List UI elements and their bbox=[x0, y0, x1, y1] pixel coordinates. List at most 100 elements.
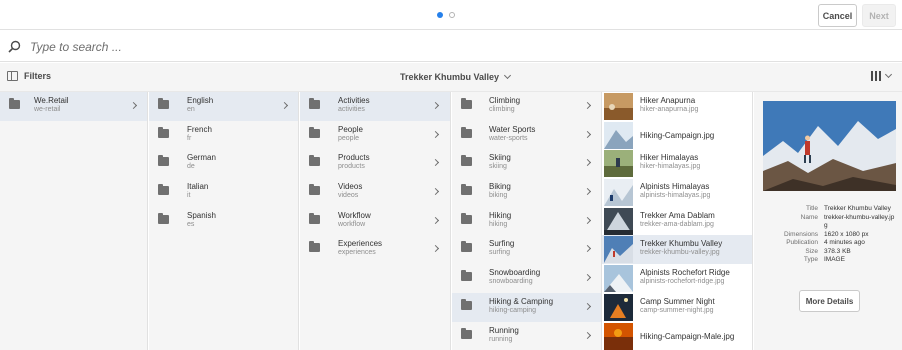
asset-thumbnail bbox=[604, 322, 633, 350]
folder-row[interactable]: Climbing climbing bbox=[452, 92, 601, 121]
folder-row[interactable]: Workflow workflow bbox=[300, 207, 450, 236]
folder-icon bbox=[461, 327, 472, 339]
folder-icon bbox=[309, 155, 320, 167]
folder-icon bbox=[309, 212, 320, 224]
folder-name: climbing bbox=[489, 106, 515, 113]
meta-value: IMAGE bbox=[824, 256, 845, 263]
asset-row[interactable]: Alpinists Rochefort Ridge alpinists-roch… bbox=[602, 264, 752, 293]
metadata-list: Title Trekker Khumbu Valley Name trekker… bbox=[754, 205, 902, 265]
column-language: English en French fr German de Italian i… bbox=[149, 92, 299, 350]
folder-row[interactable]: Hiking hiking bbox=[452, 207, 601, 236]
folder-row[interactable]: English en bbox=[149, 92, 298, 121]
folder-name: water-sports bbox=[489, 134, 528, 142]
folder-name: we-retail bbox=[34, 106, 61, 113]
chevron-right-icon bbox=[583, 302, 592, 310]
column-toolbar: Filters Trekker Khumbu Valley bbox=[0, 63, 902, 92]
folder-row[interactable]: Surfing surfing bbox=[452, 235, 601, 264]
asset-title: Hiker Himalayas bbox=[640, 153, 699, 163]
asset-row[interactable]: Trekker Khumbu Valley trekker-khumbu-val… bbox=[602, 235, 752, 265]
asset-row[interactable]: Hiking-Campaign-Male.jpg bbox=[602, 322, 752, 350]
folder-icon bbox=[158, 155, 169, 167]
folder-row[interactable]: French fr bbox=[149, 121, 298, 150]
current-folder-breadcrumb[interactable]: Trekker Khumbu Valley bbox=[400, 71, 512, 82]
folder-row[interactable]: Snowboarding snowboarding bbox=[452, 264, 601, 293]
search-input[interactable] bbox=[30, 37, 530, 57]
asset-row[interactable]: Hiker Anapurna hiker-anapurna.jpg bbox=[602, 92, 752, 121]
folder-row[interactable]: Skiing skiing bbox=[452, 149, 601, 178]
folder-name: it bbox=[187, 192, 191, 200]
folder-title: We.Retail bbox=[34, 96, 69, 105]
meta-row-publication: Publication 4 minutes ago bbox=[754, 239, 902, 248]
filters-toggle[interactable]: Filters bbox=[7, 71, 51, 81]
folder-row[interactable]: Water Sports water-sports bbox=[452, 121, 601, 150]
asset-row[interactable]: Trekker Ama Dablam trekker-ama-dablam.jp… bbox=[602, 207, 752, 236]
folder-row[interactable]: Videos videos bbox=[300, 178, 450, 207]
more-details-button[interactable]: More Details bbox=[799, 290, 860, 312]
folder-icon bbox=[461, 270, 472, 282]
folder-title: Hiking & Camping bbox=[489, 296, 554, 306]
folder-title: People bbox=[338, 124, 363, 134]
folder-icon bbox=[461, 212, 472, 224]
chevron-right-icon bbox=[431, 101, 440, 110]
folder-row[interactable]: Running running bbox=[452, 322, 601, 350]
folder-row[interactable]: Hiking & Camping hiking-camping bbox=[452, 292, 601, 322]
folder-title: Skiing bbox=[489, 153, 511, 163]
chevron-right-icon bbox=[431, 159, 440, 167]
asset-row[interactable]: Hiker Himalayas hiker-himalayas.jpg bbox=[602, 149, 752, 178]
folder-row[interactable]: Products products bbox=[300, 149, 450, 178]
folder-row[interactable]: People people bbox=[300, 121, 450, 150]
folder-name: activities bbox=[338, 106, 365, 113]
asset-name: trekker-khumbu-valley.jpg bbox=[640, 249, 720, 257]
filters-label: Filters bbox=[24, 71, 52, 81]
folder-name: hiking bbox=[489, 220, 508, 228]
meta-row-size: Size 378.3 KB bbox=[754, 248, 902, 257]
column-activities: Climbing climbing Water Sports water-spo… bbox=[452, 92, 602, 350]
folder-title: Italian bbox=[187, 182, 209, 192]
asset-name: camp-summer-night.jpg bbox=[640, 306, 714, 314]
folder-name: skiing bbox=[489, 163, 507, 171]
asset-thumbnail bbox=[604, 121, 633, 149]
column-sections: Activities activities People people Prod… bbox=[300, 92, 451, 350]
folder-title: Water Sports bbox=[489, 124, 536, 134]
column-view-icon bbox=[871, 71, 881, 81]
folder-row[interactable]: Italian it bbox=[149, 178, 298, 207]
folder-icon bbox=[309, 126, 320, 138]
folder-icon bbox=[158, 212, 169, 224]
folder-icon bbox=[461, 298, 472, 310]
cancel-button[interactable]: Cancel bbox=[818, 4, 857, 27]
asset-row[interactable]: Hiking-Campaign.jpg bbox=[602, 121, 752, 150]
chevron-right-icon bbox=[583, 159, 592, 167]
asset-row[interactable]: Camp Summer Night camp-summer-night.jpg bbox=[602, 293, 752, 322]
step-indicator bbox=[437, 12, 455, 18]
folder-title: Running bbox=[489, 325, 519, 335]
meta-row-dimensions: Dimensions 1620 x 1080 px bbox=[754, 231, 902, 240]
asset-title: Camp Summer Night bbox=[640, 296, 715, 306]
preview-image bbox=[763, 101, 896, 191]
folder-icon bbox=[461, 126, 472, 138]
folder-row[interactable]: Biking biking bbox=[452, 178, 601, 207]
folder-row[interactable]: Experiences experiences bbox=[300, 235, 450, 264]
chevron-right-icon bbox=[431, 130, 440, 138]
view-switcher[interactable] bbox=[871, 70, 893, 81]
asset-thumbnail bbox=[604, 293, 633, 321]
next-button[interactable]: Next bbox=[862, 4, 896, 27]
asset-row[interactable]: Alpinists Himalayas alpinists-himalayas.… bbox=[602, 178, 752, 207]
folder-icon bbox=[158, 184, 169, 196]
chevron-right-icon bbox=[280, 101, 289, 110]
folder-icon bbox=[461, 155, 472, 167]
folder-icon bbox=[309, 241, 320, 253]
folder-row[interactable]: Activities activities bbox=[300, 92, 450, 121]
folder-row[interactable]: German de bbox=[149, 149, 298, 178]
folder-name: videos bbox=[338, 192, 359, 200]
folder-name: running bbox=[489, 335, 513, 343]
folder-title: Climbing bbox=[489, 96, 521, 105]
chevron-right-icon bbox=[583, 216, 592, 224]
meta-value: 378.3 KB bbox=[824, 247, 851, 255]
asset-title: Trekker Ama Dablam bbox=[640, 210, 715, 220]
step-dot-2 bbox=[449, 12, 455, 18]
folder-row[interactable]: We.Retail we-retail bbox=[0, 92, 147, 121]
folder-title: Snowboarding bbox=[489, 268, 541, 278]
filters-rail-icon bbox=[7, 71, 18, 81]
folder-row[interactable]: Spanish es bbox=[149, 207, 298, 236]
asset-thumbnail bbox=[604, 150, 633, 178]
